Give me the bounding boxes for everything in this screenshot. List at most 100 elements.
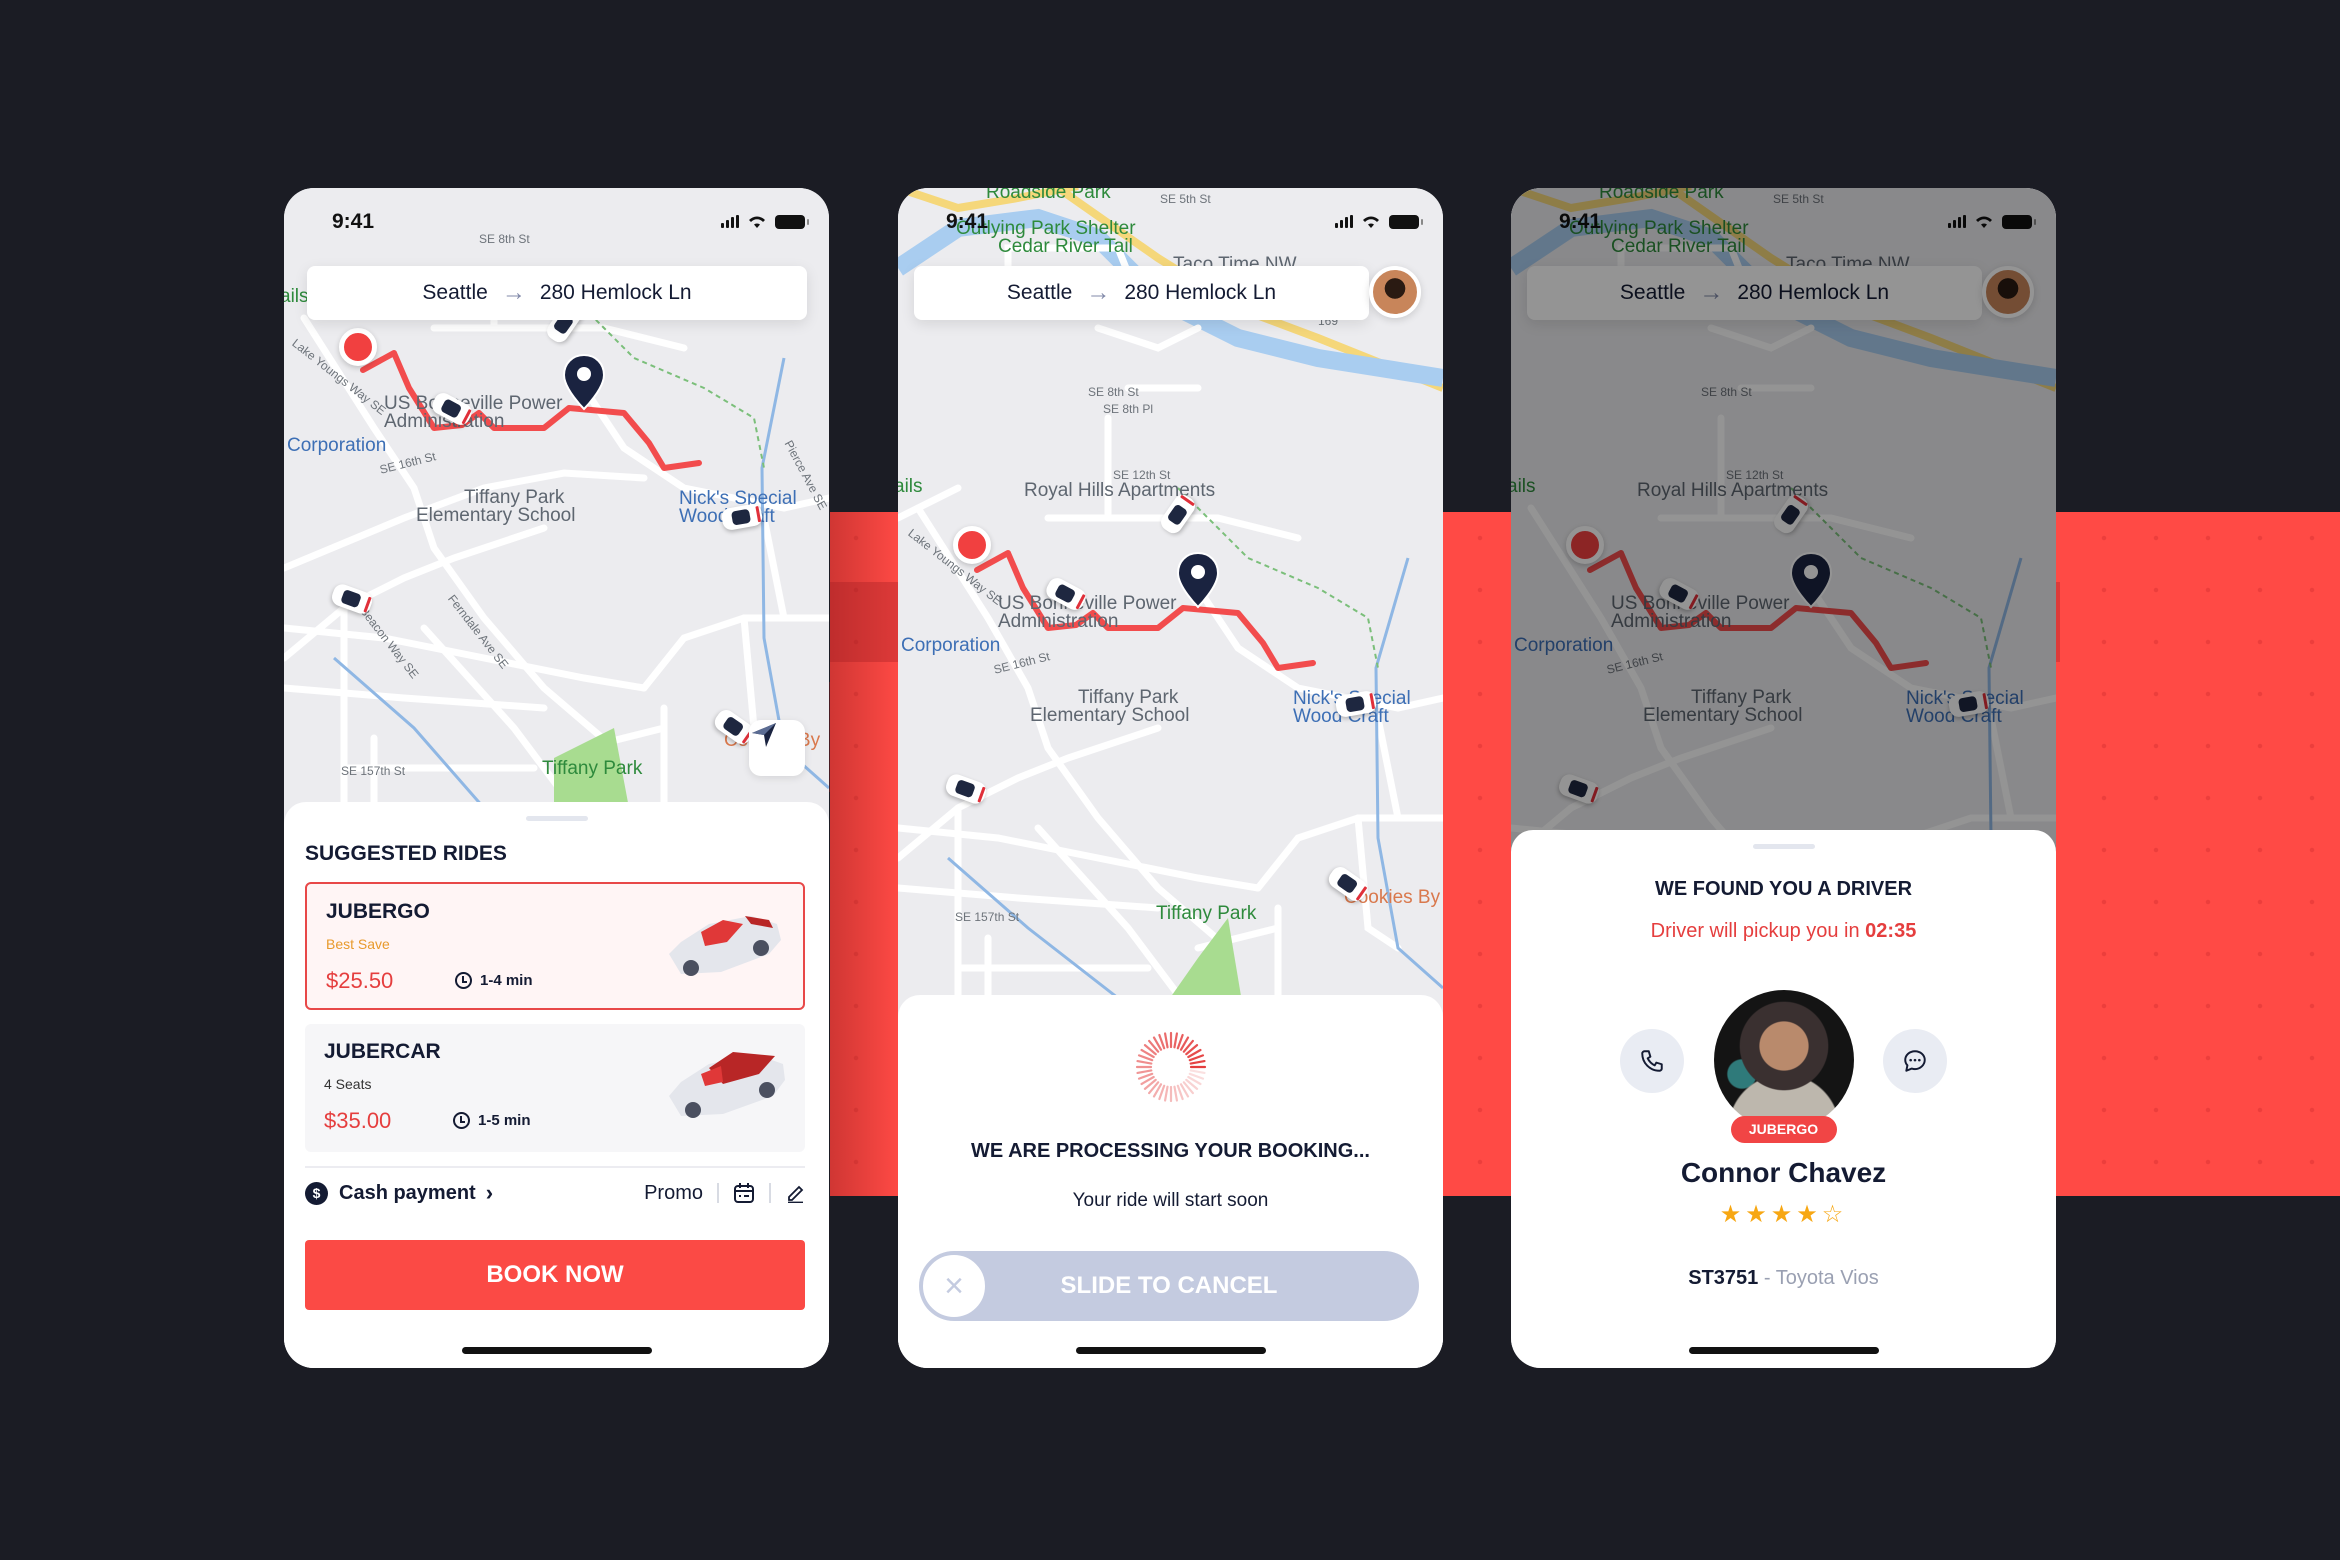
map-label: SE 8th St: [1088, 385, 1139, 399]
phone-icon: [1641, 1050, 1663, 1072]
status-bar: 9:41: [284, 210, 829, 240]
status-bar: 9:41: [898, 210, 1443, 240]
home-indicator: [1075, 1347, 1266, 1354]
pickup-eta-time: 02:35: [1865, 920, 1917, 942]
license-plate: ST3751: [1688, 1267, 1759, 1289]
spinner-tick: [1172, 1085, 1178, 1102]
ride-subtitle: Best Save: [326, 936, 390, 952]
pickup-eta-prefix: Driver will pickup you in: [1650, 920, 1866, 942]
slide-to-cancel-slider[interactable]: SLIDE TO CANCEL ×: [919, 1251, 1419, 1321]
driver-found-sheet: WE FOUND YOU A DRIVER Driver will pickup…: [1511, 830, 2056, 1368]
ride-type-badge: JUBERGO: [1730, 1116, 1837, 1143]
book-now-button[interactable]: BOOK NOW: [305, 1240, 805, 1310]
slider-label: SLIDE TO CANCEL: [1060, 1272, 1278, 1299]
arrow-right-icon: →: [1086, 279, 1111, 306]
ride-option-jubergo[interactable]: JUBERGO Best Save $25.50 1-4 min: [305, 882, 805, 1010]
processing-title: WE ARE PROCESSING YOUR BOOKING...: [971, 1140, 1370, 1162]
map-label: ails: [284, 286, 309, 307]
car-illustration: [669, 1052, 785, 1118]
pickup-marker: [953, 526, 991, 564]
edit-pencil-icon[interactable]: [785, 1183, 805, 1203]
route-summary-bar[interactable]: Seattle → 280 Hemlock Ln: [307, 266, 807, 320]
dollar-icon: $: [305, 1181, 328, 1205]
message-driver-button[interactable]: [1883, 1029, 1947, 1093]
driver-rating-stars: ★★★★☆: [1719, 1201, 1848, 1228]
ride-eta: 1-5 min: [453, 1112, 531, 1129]
promo-button[interactable]: Promo: [644, 1182, 703, 1205]
spinner-tick: [1163, 1085, 1169, 1102]
spinner-tick: [1189, 1059, 1206, 1065]
map-label: ails: [898, 476, 923, 497]
section-title: SUGGESTED RIDES: [305, 842, 507, 865]
map-label: Administration: [998, 611, 1119, 632]
my-location-button[interactable]: [749, 720, 805, 776]
car-illustration: [669, 916, 781, 976]
spinner-tick: [1163, 1032, 1169, 1049]
map-label: Tiffany Park: [1156, 903, 1257, 924]
ride-eta: 1-4 min: [455, 972, 533, 989]
ride-subtitle: 4 Seats: [324, 1076, 372, 1092]
phone-screen-suggested-rides: ails SE 8th St SE 12th St Lake Youngs Wa…: [284, 188, 829, 1368]
ride-option-jubercar[interactable]: JUBERCAR 4 Seats $35.00 1-5 min: [305, 1024, 805, 1152]
destination-pin-icon: [1176, 551, 1220, 609]
divider: [305, 1166, 805, 1168]
map-label: Roadside Park: [986, 188, 1111, 203]
map-label: SE 8th Pl: [1103, 402, 1154, 416]
battery-icon: [1389, 214, 1423, 229]
signal-icon: [1335, 215, 1353, 228]
phone-screen-processing-booking: Roadside Park SE 5th St Outlying Park Sh…: [898, 188, 1443, 1368]
map-label: Elementary School: [416, 505, 576, 526]
user-avatar[interactable]: [1369, 266, 1421, 318]
ride-price: $25.50: [326, 968, 394, 993]
phone-screen-driver-found: Roadside Park SE 5th St Outlying Park Sh…: [1511, 188, 2056, 1368]
wifi-icon: [749, 216, 765, 228]
processing-subtitle: Your ride will start soon: [1072, 1190, 1269, 1211]
home-indicator: [461, 1347, 652, 1354]
map-label: Corporation: [901, 635, 1001, 656]
battery-icon: [775, 214, 809, 229]
ride-eta-text: 1-4 min: [480, 972, 533, 989]
sheet-drag-handle[interactable]: [525, 816, 588, 821]
suggested-rides-sheet: SUGGESTED RIDES JUBERGO Best Save $25.50…: [284, 802, 829, 1368]
ride-name: JUBERCAR: [324, 1040, 441, 1063]
route-destination: 280 Hemlock Ln: [539, 281, 692, 304]
pickup-marker: [339, 328, 377, 366]
route-origin: Seattle: [1006, 281, 1073, 304]
ride-price: $35.00: [324, 1108, 392, 1133]
route-summary-bar[interactable]: Seattle → 280 Hemlock Ln: [914, 266, 1369, 320]
arrow-right-icon: →: [501, 279, 526, 306]
ride-name: JUBERGO: [326, 900, 430, 923]
sheet-drag-handle[interactable]: [1752, 844, 1815, 849]
pickup-eta-text: Driver will pickup you in 02:35: [1511, 920, 2056, 943]
vehicle-info: ST3751 - Toyota Vios: [1511, 1267, 2056, 1290]
destination-pin-icon: [562, 353, 606, 411]
slider-knob-close-icon[interactable]: ×: [921, 1253, 987, 1319]
divider: [717, 1183, 719, 1203]
calendar-icon[interactable]: [733, 1182, 755, 1204]
navigation-arrow-icon: [752, 723, 776, 747]
route-destination: 280 Hemlock Ln: [1124, 281, 1277, 304]
spinner-tick: [1135, 1059, 1152, 1065]
payment-row: $ Cash payment › Promo: [305, 1177, 805, 1209]
vehicle-separator: -: [1758, 1267, 1776, 1289]
spinner-tick: [1135, 1069, 1152, 1075]
clock-icon: [453, 1112, 470, 1129]
processing-sheet: WE ARE PROCESSING YOUR BOOKING... Your r…: [898, 995, 1443, 1368]
map-label: Elementary School: [1030, 705, 1190, 726]
spinner-tick: [1172, 1032, 1178, 1049]
signal-icon: [721, 215, 739, 228]
map-label: SE 5th St: [1160, 192, 1211, 206]
payment-method-button[interactable]: Cash payment: [339, 1182, 476, 1205]
driver-photo: [1713, 990, 1854, 1130]
wifi-icon: [1363, 216, 1379, 228]
route-origin: Seattle: [422, 281, 488, 304]
chevron-right-icon[interactable]: ›: [486, 1180, 493, 1206]
status-time: 9:41: [332, 210, 375, 233]
call-driver-button[interactable]: [1620, 1029, 1684, 1093]
map-label: Tiffany Park: [542, 758, 643, 779]
driver-name: Connor Chavez: [1680, 1157, 1887, 1188]
loading-spinner-icon: [1135, 1031, 1206, 1103]
divider: [769, 1183, 771, 1203]
driver-found-title: WE FOUND YOU A DRIVER: [1654, 878, 1913, 900]
vehicle-model: Toyota Vios: [1775, 1267, 1879, 1289]
